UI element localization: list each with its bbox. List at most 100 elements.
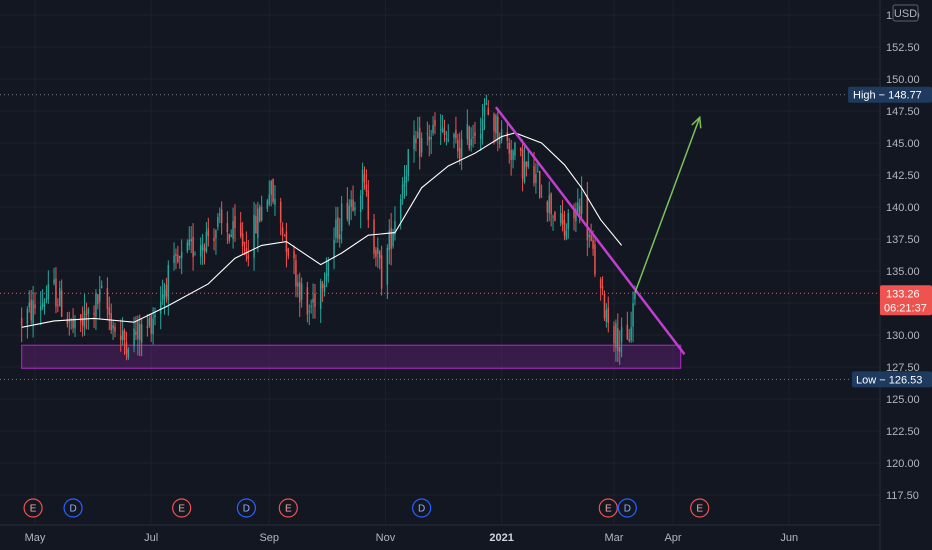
candle-body — [535, 174, 537, 183]
dividend-marker[interactable]: D — [617, 498, 637, 518]
price-tick-label: 135.00 — [886, 266, 920, 278]
candle-body — [323, 284, 326, 292]
candle-body — [133, 328, 135, 347]
candle-body — [140, 324, 143, 343]
price-tick-label: 142.50 — [886, 170, 920, 182]
candle-body — [253, 214, 255, 258]
candle-body — [283, 235, 286, 237]
candle-body — [335, 219, 337, 238]
high-tag-label: High − 148.77 — [853, 90, 922, 102]
earnings-marker[interactable]: E — [598, 498, 618, 518]
candle-body — [243, 242, 246, 245]
candle-body — [257, 208, 259, 238]
dividend-marker[interactable]: D — [236, 498, 257, 518]
candle[interactable] — [538, 170, 541, 199]
candle-body — [483, 106, 486, 116]
candle[interactable] — [468, 125, 471, 151]
candle-body — [114, 326, 116, 332]
candle-body — [28, 302, 31, 308]
event-letter: E — [605, 504, 612, 515]
earnings-marker[interactable]: E — [690, 498, 710, 518]
time-tick-label: Jun — [780, 532, 798, 544]
earnings-marker[interactable]: E — [23, 498, 43, 518]
candle-body — [43, 304, 46, 307]
price-tick-label: 120.00 — [886, 458, 920, 470]
candle-body — [567, 213, 570, 230]
candle-body — [565, 231, 568, 240]
event-letter: D — [69, 504, 76, 515]
candle-body — [112, 325, 114, 329]
candle-body — [45, 298, 48, 300]
price-chart[interactable]: EDEDEDEDE 117.50120.00122.50125.00127.50… — [0, 0, 932, 550]
earnings-marker[interactable]: E — [278, 498, 298, 518]
candle-body — [186, 242, 189, 252]
candle-body — [295, 260, 297, 287]
candle-body — [159, 301, 162, 314]
candle-body — [533, 165, 535, 184]
candle-body — [359, 195, 362, 213]
candle-body — [72, 319, 74, 329]
candle-body — [420, 138, 423, 153]
candle-body — [546, 201, 549, 213]
candle-body — [270, 180, 272, 195]
candle-body — [287, 248, 290, 256]
candle[interactable] — [373, 213, 375, 259]
candle-body — [350, 199, 352, 207]
candle-body — [205, 231, 208, 252]
candle-body — [226, 222, 229, 233]
candle-body — [154, 314, 156, 318]
candle[interactable] — [392, 228, 394, 249]
candle-body — [586, 194, 589, 241]
price-tick-label: 137.50 — [886, 234, 920, 246]
dividend-marker[interactable]: D — [412, 498, 432, 518]
candle[interactable] — [272, 178, 274, 205]
candle-body — [559, 213, 562, 224]
candle-body — [312, 298, 314, 303]
currency-badge[interactable]: USD — [892, 4, 919, 22]
candle-body — [308, 311, 311, 313]
candle-body — [628, 339, 630, 342]
dividend-marker[interactable]: D — [63, 498, 83, 518]
candle-body — [470, 139, 472, 146]
candle-body — [298, 282, 301, 303]
candle-body — [457, 139, 459, 152]
candle-body — [148, 318, 151, 326]
candle-body — [418, 127, 421, 157]
candle-body — [241, 233, 244, 247]
candle[interactable] — [258, 204, 261, 223]
candle-body — [106, 288, 109, 310]
candle-body — [281, 227, 284, 235]
candle-body — [123, 330, 126, 341]
candle-body — [460, 139, 463, 158]
candle-body — [163, 289, 166, 300]
candle-body — [407, 149, 410, 177]
candle-body — [538, 171, 541, 198]
candle[interactable] — [603, 290, 606, 321]
candle-body — [617, 328, 619, 352]
candle-body — [401, 184, 404, 198]
earnings-marker[interactable]: E — [172, 498, 192, 518]
candle-body — [481, 119, 484, 131]
candle-body — [47, 283, 50, 299]
candle-body — [220, 209, 223, 224]
candle-body — [487, 108, 490, 115]
candle[interactable] — [554, 210, 556, 222]
candle-body — [426, 133, 429, 135]
candle-body — [599, 279, 602, 289]
candle-body — [601, 286, 604, 289]
time-tick-label: May — [25, 532, 46, 544]
candle-body — [386, 247, 389, 285]
candle-body — [255, 216, 257, 234]
candle-body — [34, 304, 36, 309]
candle-body — [441, 127, 444, 132]
candle-body — [432, 124, 434, 134]
candle-body — [199, 245, 202, 257]
candle-body — [26, 309, 29, 324]
candle[interactable] — [594, 239, 596, 278]
candle-body — [618, 346, 621, 352]
candle-body — [523, 161, 526, 182]
candle-body — [468, 126, 470, 149]
event-letter: E — [30, 504, 37, 515]
time-tick-label: Apr — [664, 532, 681, 544]
candle-body — [30, 299, 32, 321]
